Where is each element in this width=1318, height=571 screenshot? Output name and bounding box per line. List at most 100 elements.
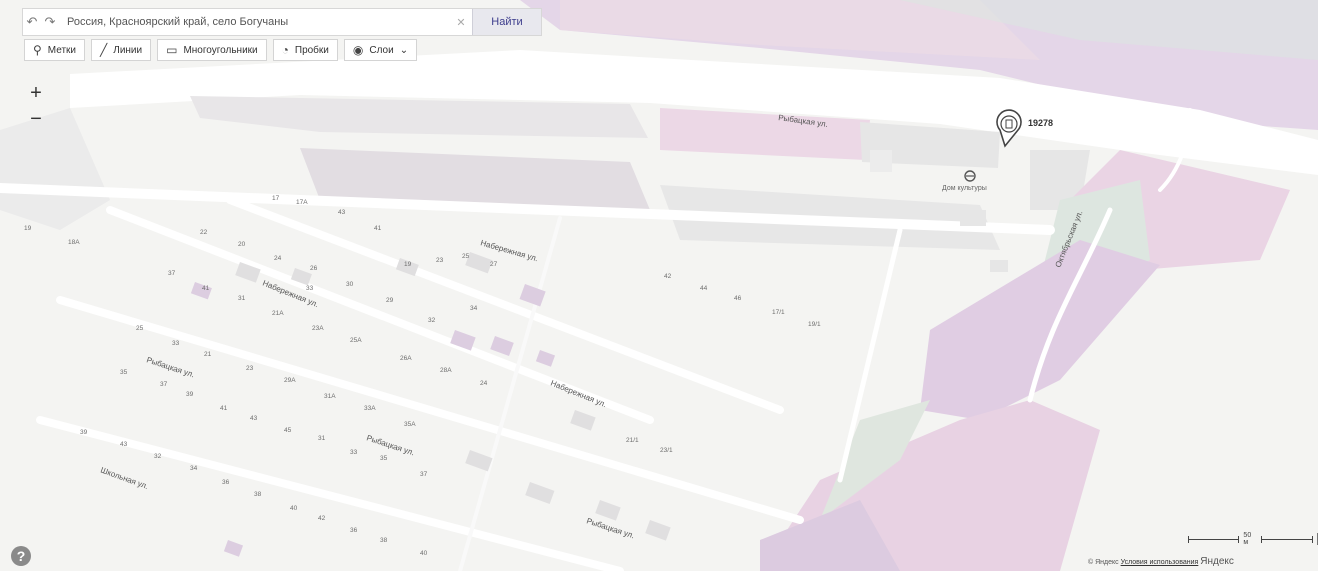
house-number-label: 35 — [380, 455, 388, 462]
house-number-label: 37 — [420, 471, 428, 478]
house-number-label: 33 — [306, 285, 314, 292]
house-number-label: 19 — [404, 261, 412, 268]
house-number-label: 33 — [350, 449, 358, 456]
house-number-label: 45 — [284, 427, 292, 434]
street-label: Рыбацкая ул. — [585, 516, 635, 540]
west-area — [0, 108, 110, 230]
house-number-label: 37 — [160, 381, 168, 388]
house-number-label: 44 — [700, 285, 708, 292]
house-number-label: 17/1 — [772, 309, 785, 316]
line-icon: ╱ — [100, 43, 108, 57]
lines-button[interactable]: ╱ Линии — [91, 39, 152, 61]
house-number-label: 20 — [238, 241, 246, 248]
house-number-label: 36 — [222, 479, 230, 486]
house-number-label: 18А — [68, 239, 80, 246]
house-number-label: 41 — [374, 225, 382, 232]
house-number-label: 43 — [338, 209, 346, 216]
house-number-label: 32 — [154, 453, 162, 460]
house-number-label: 21 — [204, 351, 212, 358]
house-number-label: 23А — [312, 325, 324, 332]
search-bar: ↶ ↷ Россия, Красноярский край, село Богу… — [22, 8, 542, 36]
scale-line — [1188, 535, 1240, 543]
traffic-icon: ◔ — [281, 43, 289, 57]
house-number-label: 33 — [172, 340, 180, 347]
house-number-label: 32 — [428, 317, 436, 324]
find-button[interactable]: Найти — [472, 9, 541, 35]
house-number-label: 28А — [440, 367, 452, 374]
scale-label: 50 м — [1243, 532, 1252, 546]
house-number-label: 35 — [120, 369, 128, 376]
zoom-out-button[interactable]: − — [26, 106, 46, 132]
house-number-label: 40 — [420, 550, 428, 557]
terms-link[interactable]: Условия использования — [1121, 559, 1199, 566]
house-number-label: 30 — [346, 281, 354, 288]
house-number-label: 42 — [664, 273, 672, 280]
house-number-label: 24 — [480, 380, 488, 387]
house-number-label: 43 — [120, 441, 128, 448]
house-number-label: 39 — [186, 391, 194, 398]
house-number-label: 25 — [462, 253, 470, 260]
house-number-label: 31 — [238, 295, 246, 302]
house-number-label: 36 — [350, 527, 358, 534]
house-number-label: 29А — [284, 377, 296, 384]
house-number-label: 29 — [386, 297, 394, 304]
search-input[interactable]: Россия, Красноярский край, село Богучаны — [59, 16, 450, 28]
house-number-label: 41 — [220, 405, 228, 412]
scale-line — [1261, 535, 1313, 543]
house-number-label: 39 — [80, 429, 88, 436]
toolbar: ⚲ Метки ╱ Линии ▭ Многоугольники ◔ Пробк… — [24, 39, 418, 61]
placemarks-button[interactable]: ⚲ Метки — [24, 39, 86, 61]
house-number-label: 33А — [364, 405, 376, 412]
house-number-label: 46 — [734, 295, 742, 302]
house-number-label: 26 — [310, 265, 318, 272]
house-number-label: 25 — [136, 325, 144, 332]
copyright: © Яндекс Условия использования Яндекс — [1088, 556, 1234, 567]
yandex-logo: Яндекс — [1200, 556, 1234, 567]
pin-icon: ⚲ — [33, 43, 42, 57]
house-number-label: 24 — [274, 255, 282, 262]
house-number-label: 40 — [290, 505, 298, 512]
house-number-label: 27 — [490, 261, 498, 268]
street-label: Рыбацкая ул. — [365, 433, 415, 457]
place-label: Дом культуры — [942, 185, 987, 192]
traffic-button[interactable]: ◔ Пробки — [272, 39, 338, 61]
place-dom-kultury[interactable]: Дом культуры — [942, 170, 987, 192]
zoom-in-button[interactable]: + — [26, 80, 46, 106]
house-number-label: 23 — [436, 257, 444, 264]
house-number-label: 38 — [380, 537, 388, 544]
house-number-label: 25А — [350, 337, 362, 344]
house-number-label: 35А — [404, 421, 416, 428]
clear-icon[interactable]: ✕ — [450, 16, 472, 29]
house-number-label: 43 — [250, 415, 258, 422]
house-number-label: 21/1 — [626, 437, 639, 444]
house-number-label: 37 — [168, 270, 176, 277]
house-number-label: 31 — [318, 435, 326, 442]
house-number-label: 34 — [190, 465, 198, 472]
house-number-label: 23/1 — [660, 447, 673, 454]
house-number-label: 17А — [296, 199, 308, 206]
street-label: Набережная ул. — [549, 379, 608, 410]
block-1 — [190, 96, 648, 138]
street-label: Школьная ул. — [99, 465, 149, 491]
east-purple — [920, 240, 1160, 420]
help-button[interactable]: ? — [11, 546, 31, 566]
polygon-icon: ▭ — [166, 43, 178, 57]
house-number-label: 42 — [318, 515, 326, 522]
house-number-label: 26А — [400, 355, 412, 362]
undo-icon[interactable]: ↶ — [23, 14, 41, 30]
scale-bar: 50 м ⇔ — [1188, 532, 1318, 546]
layers-button[interactable]: ◉ Слои ⌄ — [343, 39, 418, 61]
layers-icon: ◉ — [352, 43, 364, 57]
house-number-label: 41 — [202, 285, 210, 292]
house-number-label: 19 — [24, 225, 32, 232]
copyright-text: © Яндекс — [1088, 559, 1119, 566]
house-number-label: 31А — [324, 393, 336, 400]
house-number-label: 21А — [272, 310, 284, 317]
polygons-button[interactable]: ▭ Многоугольники — [157, 39, 267, 61]
marker-label: 19278 — [1028, 118, 1053, 128]
house-number-label: 22 — [200, 229, 208, 236]
map-canvas[interactable]: 17 17А 43 41 19 18А 22 20 24 26 19 23 25 27 37 41 31 33 30… — [0, 0, 1318, 571]
house-number-label: 38 — [254, 491, 262, 498]
house-number-label: 34 — [470, 305, 478, 312]
redo-icon[interactable]: ↷ — [41, 14, 59, 30]
